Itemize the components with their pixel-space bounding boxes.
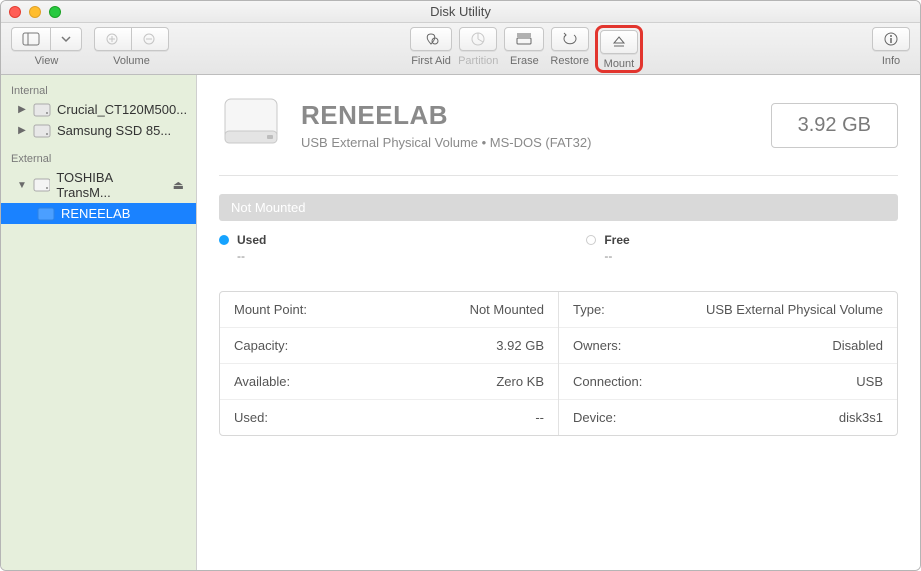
volume-icon — [37, 207, 55, 221]
disk-icon — [33, 178, 50, 192]
sidebar-item-internal-0[interactable]: ▶ Crucial_CT120M500... — [1, 99, 196, 120]
sidebar-item-label: RENEELAB — [61, 206, 130, 221]
free-label: Free — [604, 233, 629, 247]
volume-title: RENEELAB — [301, 100, 591, 131]
toolbar-center: First Aid Partition Erase Restore — [410, 27, 643, 73]
window: Disk Utility View Vol — [0, 0, 921, 571]
view-menu-button[interactable] — [50, 27, 82, 51]
disclosure-triangle-icon[interactable]: ▶ — [17, 125, 27, 136]
info-row: Connection:USB — [559, 364, 897, 400]
mount-highlight: Mount — [595, 25, 643, 73]
disk-icon — [33, 124, 51, 138]
legend: Used -- Free -- — [219, 233, 898, 263]
volume-large-icon — [219, 93, 283, 157]
sidebar-header-external: External — [1, 149, 196, 167]
view-group: View — [11, 27, 82, 67]
volume-remove-button[interactable] — [131, 27, 169, 51]
content-pane: RENEELAB USB External Physical Volume • … — [197, 75, 920, 570]
free-value: -- — [604, 249, 629, 263]
info-row: Capacity:3.92 GB — [220, 328, 558, 364]
mount-icon — [611, 35, 627, 49]
window-title: Disk Utility — [1, 4, 920, 19]
titlebar: Disk Utility — [1, 1, 920, 23]
status-bar: Not Mounted — [219, 194, 898, 221]
sidebar-header-internal: Internal — [1, 81, 196, 99]
info-row: Used:-- — [220, 400, 558, 435]
view-label: View — [35, 55, 59, 67]
restore-label: Restore — [550, 55, 589, 67]
erase-icon — [515, 32, 533, 46]
info-icon — [883, 32, 899, 46]
used-dot-icon — [219, 235, 229, 245]
divider — [219, 175, 898, 176]
first-aid-button[interactable] — [410, 27, 452, 51]
info-row: Owners:Disabled — [559, 328, 897, 364]
free-dot-icon — [586, 235, 596, 245]
disclosure-triangle-icon[interactable]: ▼ — [17, 180, 27, 191]
volume-group: Volume — [94, 27, 169, 67]
restore-button[interactable] — [551, 27, 589, 51]
volume-subtitle: USB External Physical Volume • MS-DOS (F… — [301, 135, 591, 150]
info-row: Mount Point:Not Mounted — [220, 292, 558, 328]
sidebar: Internal ▶ Crucial_CT120M500... ▶ Samsun… — [1, 75, 197, 570]
mount-button[interactable] — [600, 30, 638, 54]
sidebar-item-internal-1[interactable]: ▶ Samsung SSD 85... — [1, 120, 196, 141]
sidebar-item-external-0[interactable]: ▼ TOSHIBA TransM... ⏏ — [1, 167, 196, 203]
info-row: Device:disk3s1 — [559, 400, 897, 435]
info-row: Available:Zero KB — [220, 364, 558, 400]
sidebar-item-label: Crucial_CT120M500... — [57, 102, 187, 117]
volume-add-button[interactable] — [94, 27, 131, 51]
info-grid: Mount Point:Not Mounted Capacity:3.92 GB… — [219, 291, 898, 436]
disk-icon — [33, 103, 51, 117]
sidebar-item-label: Samsung SSD 85... — [57, 123, 171, 138]
erase-label: Erase — [510, 55, 539, 67]
sidebar-item-label: TOSHIBA TransM... — [56, 170, 166, 200]
partition-icon — [470, 32, 486, 46]
mount-label: Mount — [604, 58, 635, 70]
restore-icon — [562, 32, 578, 46]
first-aid-label: First Aid — [411, 55, 451, 67]
erase-button[interactable] — [504, 27, 544, 51]
view-button[interactable] — [11, 27, 50, 51]
volume-capacity-badge: 3.92 GB — [771, 103, 898, 148]
partition-button — [459, 27, 497, 51]
used-value: -- — [237, 249, 266, 263]
sidebar-item-reneelab[interactable]: RENEELAB — [1, 203, 196, 224]
info-row: Type:USB External Physical Volume — [559, 292, 897, 328]
eject-icon[interactable]: ⏏ — [173, 178, 190, 192]
info-col-right: Type:USB External Physical Volume Owners… — [559, 292, 897, 435]
toolbar: View Volume First Aid — [1, 23, 920, 75]
used-label: Used — [237, 233, 266, 247]
first-aid-icon — [421, 32, 441, 46]
partition-label: Partition — [458, 55, 498, 67]
info-col-left: Mount Point:Not Mounted Capacity:3.92 GB… — [220, 292, 559, 435]
disclosure-triangle-icon[interactable]: ▶ — [17, 104, 27, 115]
info-label: Info — [882, 55, 900, 67]
info-button[interactable] — [872, 27, 910, 51]
volume-label: Volume — [113, 55, 150, 67]
